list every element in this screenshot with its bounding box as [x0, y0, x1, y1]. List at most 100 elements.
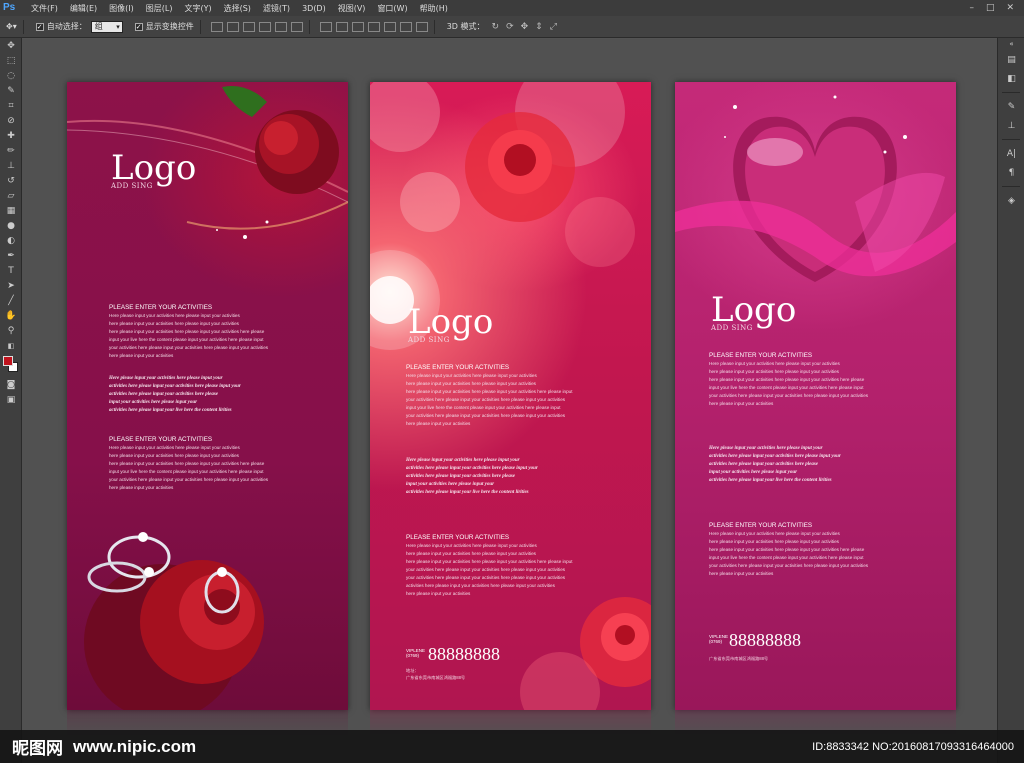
address-text: 广东省东莞市南城区鸿福路88号 — [709, 656, 769, 661]
brush-panel-icon[interactable]: ✎ — [998, 97, 1024, 116]
italic-line: input your activities here please input … — [406, 482, 495, 487]
hand-tool-icon[interactable]: ✋ — [0, 308, 22, 323]
italic-line: input your activities here please input … — [709, 470, 798, 475]
align-top-icon[interactable] — [210, 21, 223, 32]
3d-rotate-icon[interactable]: ↻ — [492, 22, 500, 32]
healing-brush-tool-icon[interactable]: ✚ — [0, 128, 22, 143]
menu-edit[interactable]: 编辑(E) — [64, 3, 103, 14]
gradient-tool-icon[interactable]: ▦ — [0, 203, 22, 218]
history-brush-tool-icon[interactable]: ↺ — [0, 173, 22, 188]
menu-window[interactable]: 窗口(W) — [371, 3, 413, 14]
zoom-tool-icon[interactable]: ⚲ — [0, 323, 22, 338]
show-transform-checkbox[interactable]: ✓ 显示变换控件 — [134, 21, 194, 32]
body-line: here please input your activities here p… — [406, 389, 573, 394]
body-line: here please input your activities — [709, 401, 774, 406]
eraser-tool-icon[interactable]: ▱ — [0, 188, 22, 203]
auto-select-checkbox[interactable]: ✓ 自动选择： — [35, 21, 87, 32]
move-tool-icon[interactable]: ✥ — [0, 38, 22, 53]
italic-line: activities here please input your activi… — [406, 466, 538, 471]
pen-tool-icon[interactable]: ✒ — [0, 248, 22, 263]
section-1-title: PLEASE ENTER YOUR ACTIVITIES — [109, 304, 213, 311]
check-icon: ✓ — [35, 22, 44, 31]
body-line: activities here please input your activi… — [406, 583, 555, 588]
italic-line: activities here please input your activi… — [109, 392, 219, 397]
align-center-icon[interactable] — [274, 21, 287, 32]
body-line: Here please input your activities here p… — [406, 543, 537, 548]
menu-view[interactable]: 视图(V) — [332, 3, 372, 14]
menu-select[interactable]: 选择(S) — [218, 3, 257, 14]
collapse-icon[interactable]: « — [998, 38, 1024, 50]
auto-select-dropdown[interactable]: 组 — [90, 20, 123, 33]
body-line: Here please input your activities here p… — [709, 361, 840, 366]
banner-panel-2: Logo ADD SING PLEASE ENTER YOUR ACTIVITI… — [370, 82, 651, 710]
paragraph-panel-icon[interactable]: ¶ — [998, 163, 1024, 182]
divider — [1002, 139, 1020, 140]
distribute-left-icon[interactable] — [367, 21, 380, 32]
move-tool-icon[interactable]: ✥▾ — [6, 22, 17, 31]
clone-source-panel-icon[interactable]: ⊥ — [998, 116, 1024, 135]
path-select-tool-icon[interactable]: ➤ — [0, 278, 22, 293]
type-tool-icon[interactable]: T — [0, 263, 22, 278]
italic-line: activities here please input your live h… — [709, 478, 832, 483]
close-icon[interactable]: ✕ — [1006, 3, 1014, 13]
3d-pan-icon[interactable]: ✥ — [521, 22, 529, 32]
properties-panel-icon[interactable]: ◧ — [998, 69, 1024, 88]
divider — [1002, 186, 1020, 187]
minimize-icon[interactable]: – — [969, 3, 974, 13]
distribute-middle-icon[interactable] — [335, 21, 348, 32]
distribute-top-icon[interactable] — [319, 21, 332, 32]
3d-panel-icon[interactable]: ◈ — [998, 191, 1024, 210]
body-line: here please input your activities — [709, 571, 774, 576]
screen-mode-icon[interactable]: ▣ — [0, 392, 22, 407]
body-line: here please input your activities here p… — [709, 369, 839, 374]
brush-tool-icon[interactable]: ✏ — [0, 143, 22, 158]
quick-select-tool-icon[interactable]: ✎ — [0, 83, 22, 98]
section-2-title: PLEASE ENTER YOUR ACTIVITIES — [709, 522, 813, 529]
body-line: here please input your activities here p… — [406, 551, 536, 556]
default-colors-icon[interactable]: ◧ — [0, 338, 22, 353]
document-canvas[interactable]: Logo ADD SING PLEASE ENTER YOUR ACTIVITI… — [22, 39, 997, 763]
menu-filter[interactable]: 滤镜(T) — [257, 3, 296, 14]
3d-scale-icon[interactable]: ⤢ — [550, 22, 557, 32]
body-line: here please input your activities here p… — [406, 559, 573, 564]
logo-subtitle: ADD SING — [711, 324, 753, 332]
tools-panel: ✥ ⬚ ◌ ✎ ⌗ ⊘ ✚ ✏ ⊥ ↺ ▱ ▦ ● ◐ ✒ T ➤ ╱ ✋ ⚲ … — [0, 38, 22, 763]
body-line: Here please input your activities here p… — [109, 313, 240, 318]
menu-image[interactable]: 图像(I) — [103, 3, 140, 14]
menu-layer[interactable]: 图层(L) — [140, 3, 179, 14]
lasso-tool-icon[interactable]: ◌ — [0, 68, 22, 83]
menu-3d[interactable]: 3D(D) — [296, 4, 332, 13]
maximize-icon[interactable]: □ — [986, 3, 995, 13]
3d-roll-icon[interactable]: ⟳ — [506, 22, 514, 32]
italic-line: input your activities here please input … — [109, 400, 198, 405]
body-line: your activities here please input your a… — [109, 345, 269, 350]
watermark-bar: 昵图网 www.nipic.com ID:8833342 NO:20160817… — [0, 730, 1024, 763]
menu-help[interactable]: 帮助(H) — [414, 3, 454, 14]
dodge-tool-icon[interactable]: ◐ — [0, 233, 22, 248]
section-1-title: PLEASE ENTER YOUR ACTIVITIES — [709, 352, 813, 359]
distribute-bottom-icon[interactable] — [351, 21, 364, 32]
menu-file[interactable]: 文件(F) — [25, 3, 64, 14]
character-panel-icon[interactable]: A| — [998, 144, 1024, 163]
clone-stamp-tool-icon[interactable]: ⊥ — [0, 158, 22, 173]
align-right-icon[interactable] — [290, 21, 303, 32]
align-middle-icon[interactable] — [226, 21, 239, 32]
crop-tool-icon[interactable]: ⌗ — [0, 98, 22, 113]
banner-panel-1: Logo ADD SING PLEASE ENTER YOUR ACTIVITI… — [67, 82, 348, 710]
align-bottom-icon[interactable] — [242, 21, 255, 32]
align-left-icon[interactable] — [258, 21, 271, 32]
foreground-color-swatch[interactable] — [3, 356, 13, 366]
marquee-tool-icon[interactable]: ⬚ — [0, 53, 22, 68]
blur-tool-icon[interactable]: ● — [0, 218, 22, 233]
distribute-center-icon[interactable] — [383, 21, 396, 32]
italic-line: activities here please input your activi… — [406, 474, 516, 479]
shape-tool-icon[interactable]: ╱ — [0, 293, 22, 308]
body-line: here please input your activities here p… — [709, 547, 865, 552]
auto-align-icon[interactable] — [415, 21, 428, 32]
distribute-right-icon[interactable] — [399, 21, 412, 32]
menu-type[interactable]: 文字(Y) — [178, 3, 217, 14]
history-panel-icon[interactable]: ▤ — [998, 50, 1024, 69]
quick-mask-icon[interactable]: ◙ — [0, 377, 22, 392]
3d-slide-icon[interactable]: ⇕ — [535, 22, 543, 32]
eyedropper-tool-icon[interactable]: ⊘ — [0, 113, 22, 128]
